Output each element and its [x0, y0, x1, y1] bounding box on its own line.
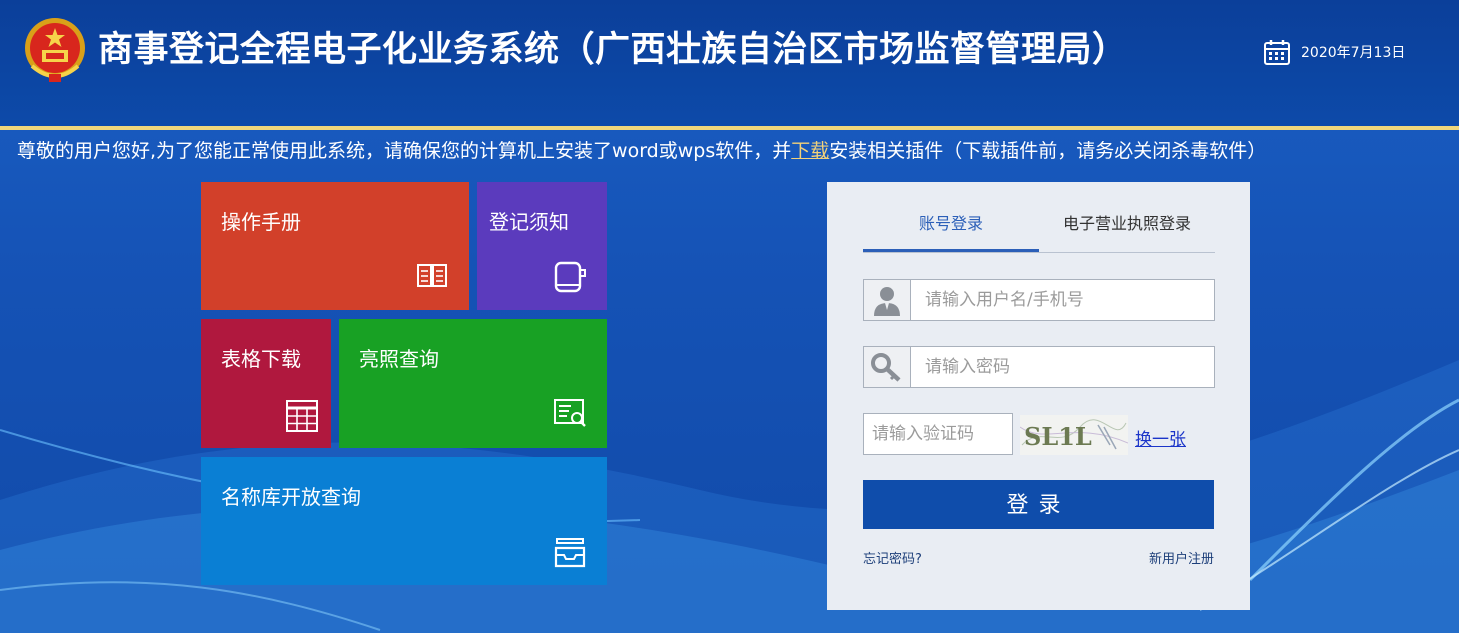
tile-form-download[interactable]: 表格下载: [201, 319, 331, 448]
tile-label: 亮照查询: [359, 347, 439, 371]
register-link[interactable]: 新用户注册: [1149, 548, 1214, 567]
tile-operation-manual[interactable]: 操作手册: [201, 182, 469, 310]
username-input[interactable]: [911, 280, 1211, 320]
tile-label: 表格下载: [221, 347, 301, 371]
grid-table-icon: [286, 400, 318, 432]
national-emblem-icon: [25, 18, 85, 82]
calendar-icon: [1264, 40, 1290, 65]
header-divider: [0, 126, 1459, 130]
tab-account-login[interactable]: 账号登录: [863, 202, 1039, 252]
user-icon: [864, 280, 911, 320]
refresh-captcha-link[interactable]: 换一张: [1135, 425, 1186, 450]
captcha-input[interactable]: [863, 413, 1013, 455]
tile-label: 登记须知: [489, 210, 569, 234]
tile-label: 操作手册: [221, 210, 301, 234]
login-tabs: 账号登录 电子营业执照登录: [863, 202, 1215, 253]
download-plugin-link[interactable]: 下载: [791, 140, 829, 162]
password-input[interactable]: [911, 347, 1211, 387]
header-bar: 商事登记全程电子化业务系统（广西壮族自治区市场监督管理局） 2020年7月13日: [0, 0, 1459, 126]
login-button[interactable]: 登录: [863, 480, 1214, 529]
password-field: [863, 346, 1215, 388]
tile-label: 名称库开放查询: [221, 485, 361, 509]
plugin-notice: 尊敬的用户您好,为了您能正常使用此系统，请确保您的计算机上安装了word或wps…: [17, 137, 1266, 165]
captcha-image[interactable]: SL1L: [1020, 415, 1128, 455]
login-panel: 账号登录 电子营业执照登录 SL1L: [827, 182, 1250, 610]
login-page: 商事登记全程电子化业务系统（广西壮族自治区市场监督管理局） 2020年7月13日…: [0, 0, 1459, 633]
inbox-tray-icon: [554, 538, 586, 568]
current-date: 2020年7月13日: [1301, 45, 1406, 61]
document-search-icon: [554, 399, 586, 427]
page-title: 商事登记全程电子化业务系统（广西壮族自治区市场监督管理局）: [98, 30, 1128, 70]
notice-text-before: 尊敬的用户您好,为了您能正常使用此系统，请确保您的计算机上安装了word或wps…: [17, 140, 792, 162]
notice-text-after: 安装相关插件（下载插件前，请务必关闭杀毒软件）: [829, 140, 1267, 162]
captcha-text: SL1L: [1024, 422, 1092, 451]
notebook-icon: [554, 261, 586, 293]
tile-name-library-query[interactable]: 名称库开放查询: [201, 457, 607, 585]
forgot-password-link[interactable]: 忘记密码?: [863, 548, 922, 567]
key-icon: [864, 347, 911, 387]
open-book-icon: [417, 264, 447, 287]
username-field: [863, 279, 1215, 321]
tile-license-query[interactable]: 亮照查询: [339, 319, 607, 448]
tab-electronic-license-login[interactable]: 电子营业执照登录: [1039, 202, 1215, 252]
tile-registration-notice[interactable]: 登记须知: [477, 182, 607, 310]
